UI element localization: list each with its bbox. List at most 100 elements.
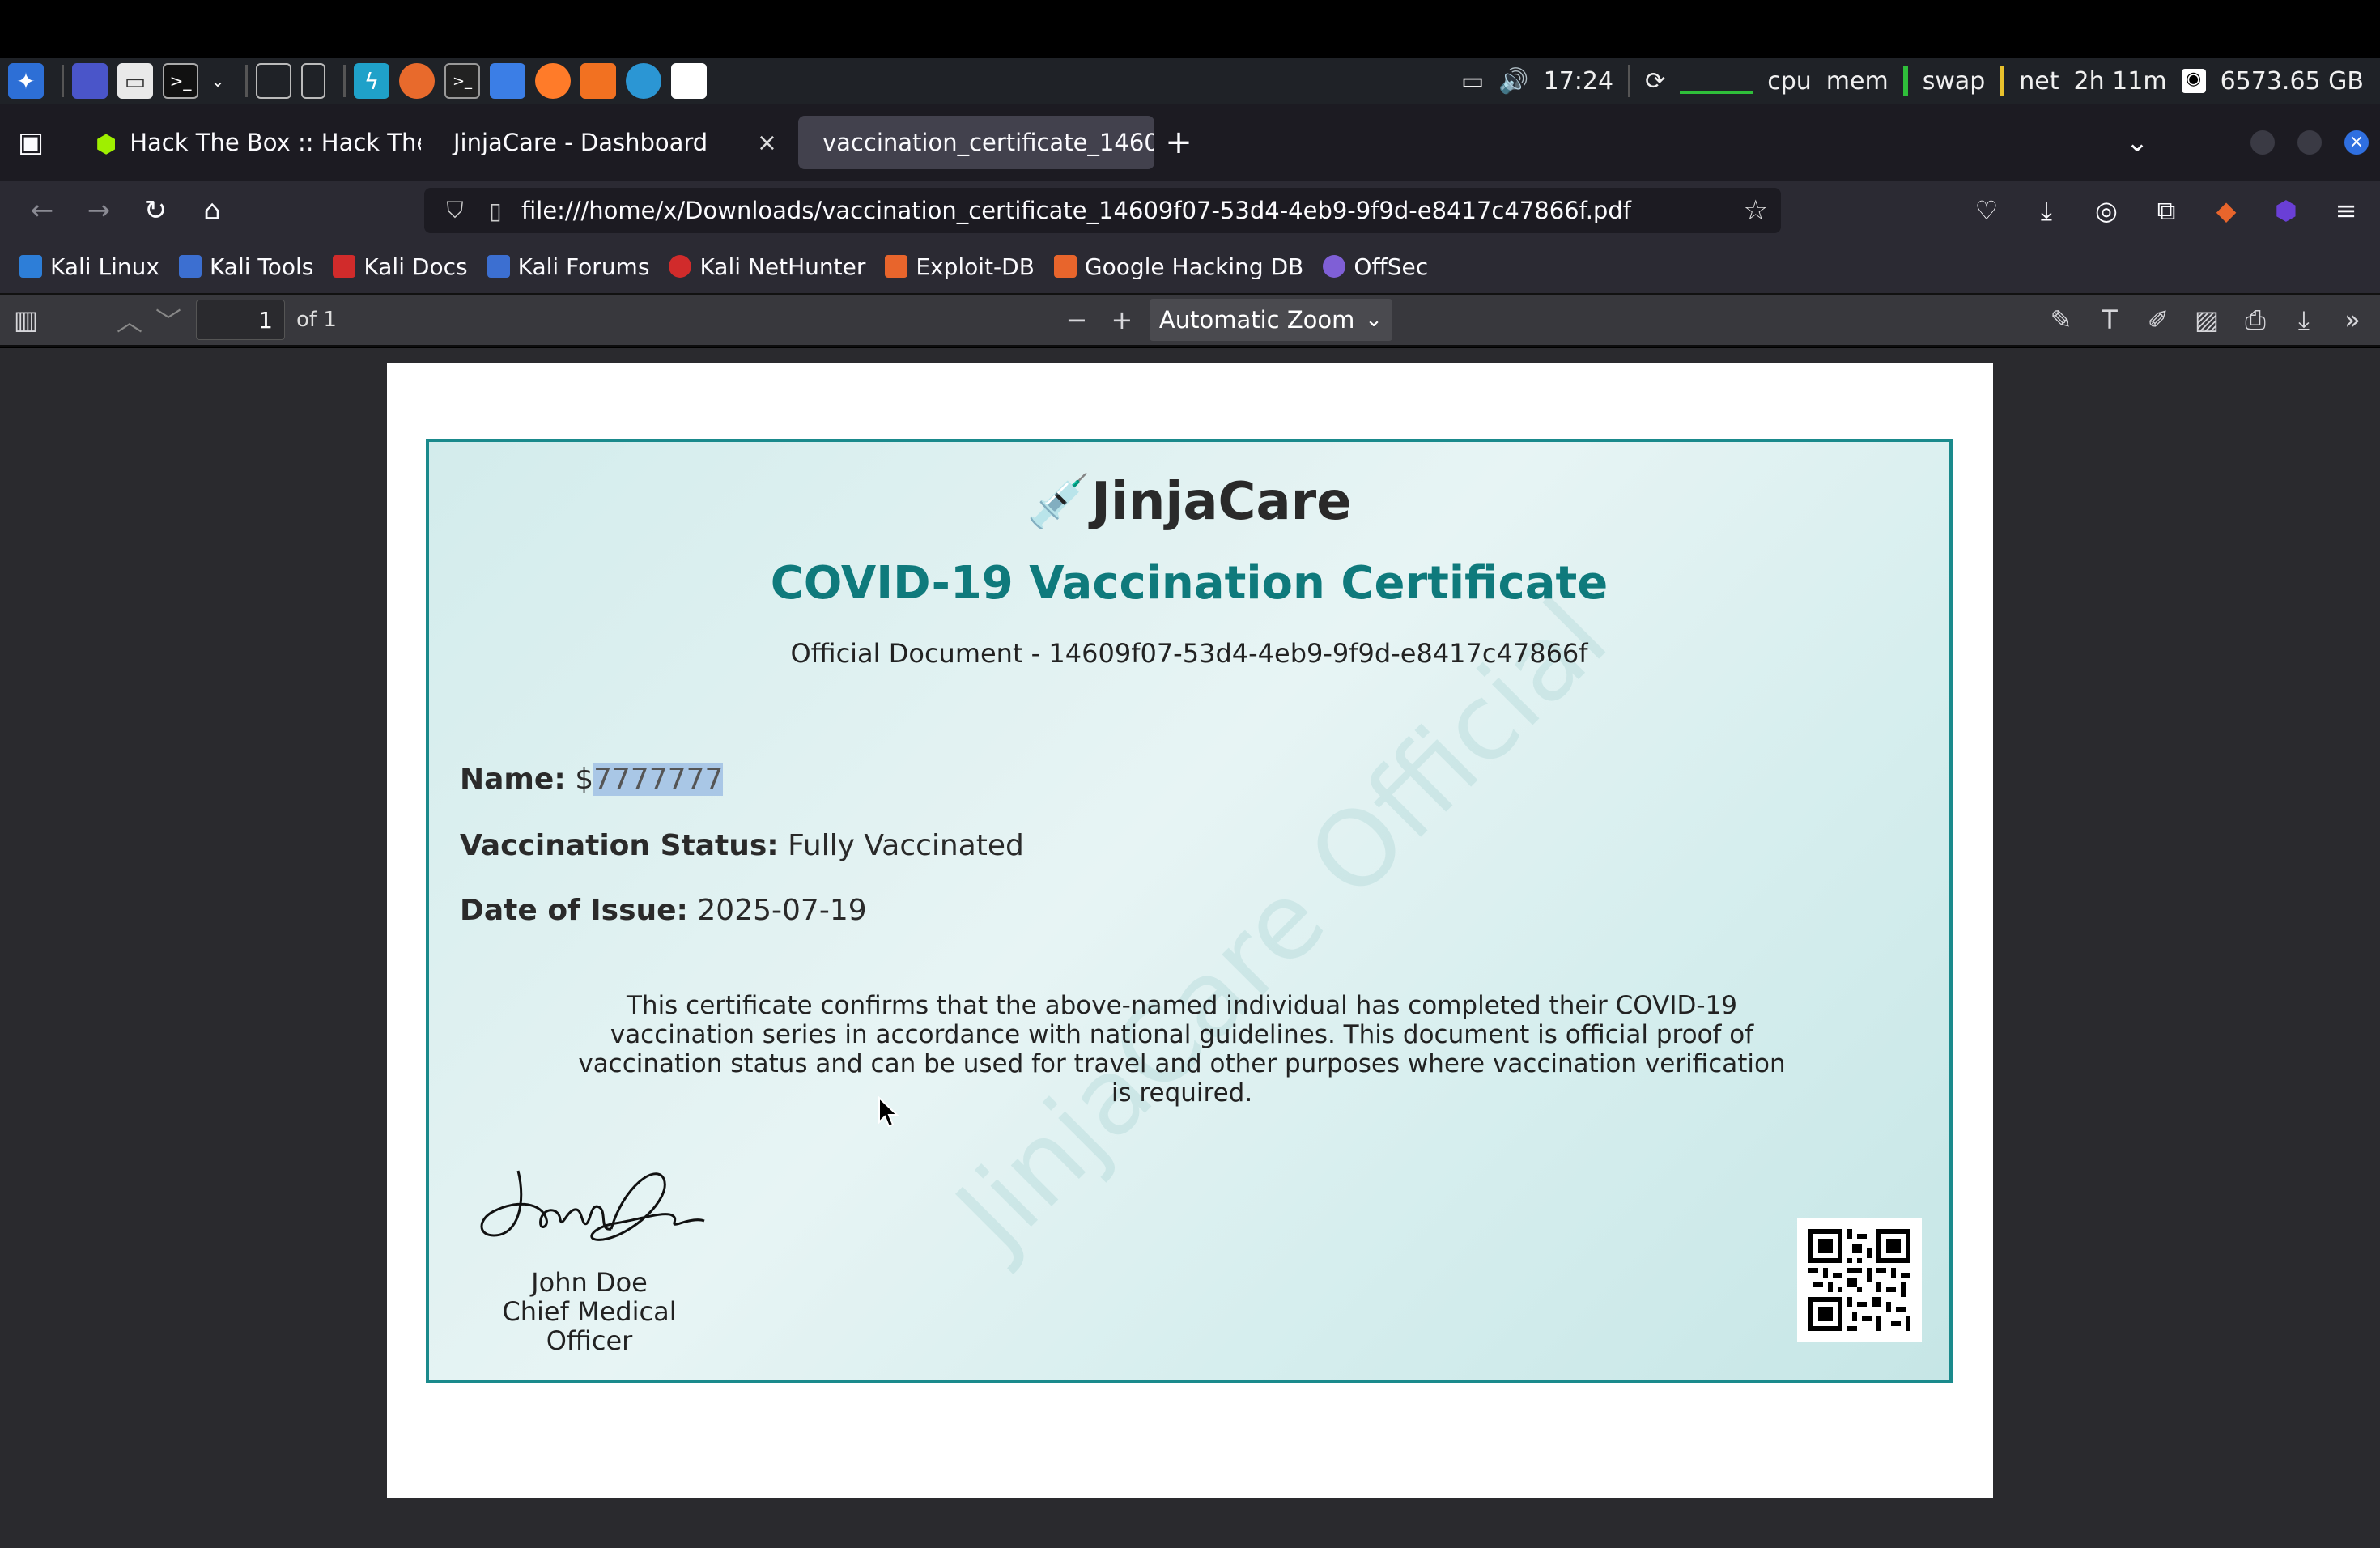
text-tool-icon[interactable]: T bbox=[2090, 304, 2129, 336]
exploit-db-icon bbox=[885, 255, 908, 278]
status-value: Fully Vaccinated bbox=[788, 829, 1024, 862]
bookmark-offsec[interactable]: OffSec bbox=[1323, 253, 1428, 280]
list-tabs-icon[interactable]: ⌄ bbox=[2119, 125, 2155, 160]
mouse-cursor-icon bbox=[878, 1096, 899, 1128]
previous-page-icon[interactable]: ︿ bbox=[110, 301, 149, 338]
bookmark-kali-nethunter[interactable]: Kali NetHunter bbox=[669, 253, 865, 280]
signature-image bbox=[470, 1155, 712, 1255]
account-icon[interactable]: ◎ bbox=[2089, 193, 2124, 228]
tab-hackthebox[interactable]: ⬢ Hack The Box :: Hack The × bbox=[81, 116, 421, 169]
name-value[interactable]: 7777777 bbox=[593, 763, 724, 796]
back-icon[interactable]: ← bbox=[24, 193, 60, 228]
minimize-button[interactable] bbox=[2250, 130, 2275, 155]
watermark: JinjaCare Official bbox=[933, 576, 1630, 1274]
file-manager-icon[interactable]: ▭ bbox=[117, 63, 153, 99]
home-icon[interactable]: ⌂ bbox=[194, 193, 230, 228]
name-label: Name: bbox=[460, 763, 566, 796]
new-tab-button[interactable]: + bbox=[1161, 124, 1196, 161]
kali-forums-icon bbox=[487, 255, 510, 278]
extension-purple-icon[interactable]: ⬢ bbox=[2268, 193, 2304, 228]
network-icon[interactable] bbox=[626, 63, 661, 99]
mem-meter bbox=[1902, 66, 1908, 96]
bookmark-kali-linux[interactable]: Kali Linux bbox=[19, 253, 159, 280]
foxyproxy-icon[interactable]: ◆ bbox=[2208, 193, 2244, 228]
bookmark-kali-forums[interactable]: Kali Forums bbox=[487, 253, 649, 280]
uptime: 2h 11m bbox=[2073, 66, 2167, 96]
print-icon[interactable]: ⎙ bbox=[2236, 304, 2275, 336]
firefox-icon[interactable] bbox=[399, 63, 435, 99]
status-field: Vaccination Status: Fully Vaccinated bbox=[460, 829, 1024, 862]
kali-menu-icon[interactable]: ✦ bbox=[8, 63, 44, 99]
refresh-icon[interactable]: ⟳ bbox=[1645, 67, 1665, 96]
extensions-icon[interactable]: ⧉ bbox=[2148, 193, 2184, 228]
page-number-input[interactable]: 1 bbox=[196, 300, 285, 340]
volume-icon[interactable]: 🔊 bbox=[1498, 67, 1528, 96]
swap-meter bbox=[2000, 66, 2005, 96]
document-icon[interactable] bbox=[671, 63, 707, 99]
firefox-2-icon[interactable] bbox=[535, 63, 571, 99]
offsec-icon bbox=[1323, 255, 1346, 278]
draw-icon[interactable]: ✐ bbox=[2139, 304, 2178, 336]
qr-code-icon bbox=[1797, 1218, 1922, 1342]
workspace-icon[interactable] bbox=[72, 63, 108, 99]
tab-jinjacare-dashboard[interactable]: JinjaCare - Dashboard × bbox=[427, 116, 792, 169]
tab-vaccination-certificate[interactable]: vaccination_certificate_1460 × bbox=[798, 116, 1154, 169]
url-text[interactable]: file:///home/x/Downloads/vaccination_cer… bbox=[521, 197, 1631, 224]
terminal-icon[interactable]: >_ bbox=[163, 63, 198, 99]
zoom-out-icon[interactable]: − bbox=[1057, 304, 1096, 335]
forward-icon[interactable]: → bbox=[81, 193, 117, 228]
folder-icon[interactable] bbox=[490, 63, 525, 99]
bookmark-kali-tools[interactable]: Kali Tools bbox=[178, 253, 313, 280]
display-icon[interactable]: ▭ bbox=[1461, 67, 1484, 96]
tab-label: Hack The Box :: Hack The bbox=[130, 129, 421, 156]
tab-bar: ▣ ⬢ Hack The Box :: Hack The × JinjaCare… bbox=[0, 104, 2380, 181]
zoom-value: Automatic Zoom bbox=[1158, 306, 1355, 334]
kali-docs-icon bbox=[333, 255, 356, 278]
zoom-select[interactable]: Automatic Zoom ⌄ bbox=[1149, 299, 1392, 341]
terminal-2-icon[interactable]: >_ bbox=[444, 63, 480, 99]
date-field: Date of Issue: 2025-07-19 bbox=[460, 894, 867, 927]
system-panel: ✦ ▭ >_ ⌄ ϟ >_ ▭ 🔊 17:24 ⟳ cpu mem swap n… bbox=[0, 58, 2380, 104]
bookmark-kali-docs[interactable]: Kali Docs bbox=[333, 253, 468, 280]
zoom-in-icon[interactable]: + bbox=[1103, 304, 1141, 335]
pocket-icon[interactable]: ♡ bbox=[1969, 193, 2004, 228]
more-tools-icon[interactable]: » bbox=[2333, 304, 2372, 336]
pdf-viewer[interactable]: JinjaCare Official 💉JinjaCare COVID-19 V… bbox=[0, 348, 2380, 1548]
maximize-button[interactable] bbox=[2297, 130, 2322, 155]
firefox-view-icon[interactable]: ▣ bbox=[13, 125, 49, 160]
swap-label: swap bbox=[1922, 66, 1986, 96]
disk-icon: ◉ bbox=[2181, 69, 2206, 93]
bookmark-star-icon[interactable]: ☆ bbox=[1744, 194, 1768, 227]
save-icon[interactable]: ⤓ bbox=[2284, 304, 2323, 336]
menu-icon[interactable]: ≡ bbox=[2328, 193, 2364, 228]
burp-suite-icon[interactable] bbox=[580, 63, 616, 99]
hackthebox-icon: ⬢ bbox=[96, 130, 117, 159]
pdf-page: JinjaCare Official 💉JinjaCare COVID-19 V… bbox=[387, 363, 1993, 1498]
top-band bbox=[0, 0, 2380, 58]
burp-icon[interactable]: ϟ bbox=[354, 63, 389, 99]
sidebar-toggle-icon[interactable]: ▥ bbox=[6, 304, 45, 335]
bookmark-exploit-db[interactable]: Exploit-DB bbox=[885, 253, 1035, 280]
url-bar[interactable]: ⛉ ▯ file:///home/x/Downloads/vaccination… bbox=[424, 188, 1781, 233]
window-layout-small-icon[interactable] bbox=[301, 63, 325, 99]
status-label: Vaccination Status: bbox=[460, 829, 779, 862]
nethunter-icon bbox=[669, 255, 692, 278]
bookmark-google-hacking-db[interactable]: Google Hacking DB bbox=[1053, 253, 1303, 280]
window-layout-icon[interactable] bbox=[256, 63, 291, 99]
shield-icon[interactable]: ⛉ bbox=[440, 197, 470, 224]
reload-icon[interactable]: ↻ bbox=[138, 193, 173, 228]
date-value: 2025-07-19 bbox=[697, 894, 867, 927]
syringe-icon: 💉 bbox=[1026, 472, 1092, 532]
close-icon[interactable]: × bbox=[757, 129, 777, 157]
image-icon[interactable]: ▨ bbox=[2187, 304, 2226, 336]
date-label: Date of Issue: bbox=[460, 894, 688, 927]
name-field: Name: $7777777 bbox=[460, 763, 724, 796]
signer-block: John Doe Chief Medical Officer bbox=[460, 1268, 719, 1355]
close-window-button[interactable]: × bbox=[2344, 130, 2369, 155]
next-page-icon[interactable]: ﹀ bbox=[149, 301, 188, 338]
clock[interactable]: 17:24 bbox=[1544, 67, 1613, 96]
cpu-label: cpu bbox=[1767, 66, 1812, 96]
download-icon[interactable]: ⤓ bbox=[2029, 193, 2064, 228]
highlight-icon[interactable]: ✎ bbox=[2042, 304, 2080, 336]
chevron-down-icon[interactable]: ⌄ bbox=[208, 63, 227, 99]
